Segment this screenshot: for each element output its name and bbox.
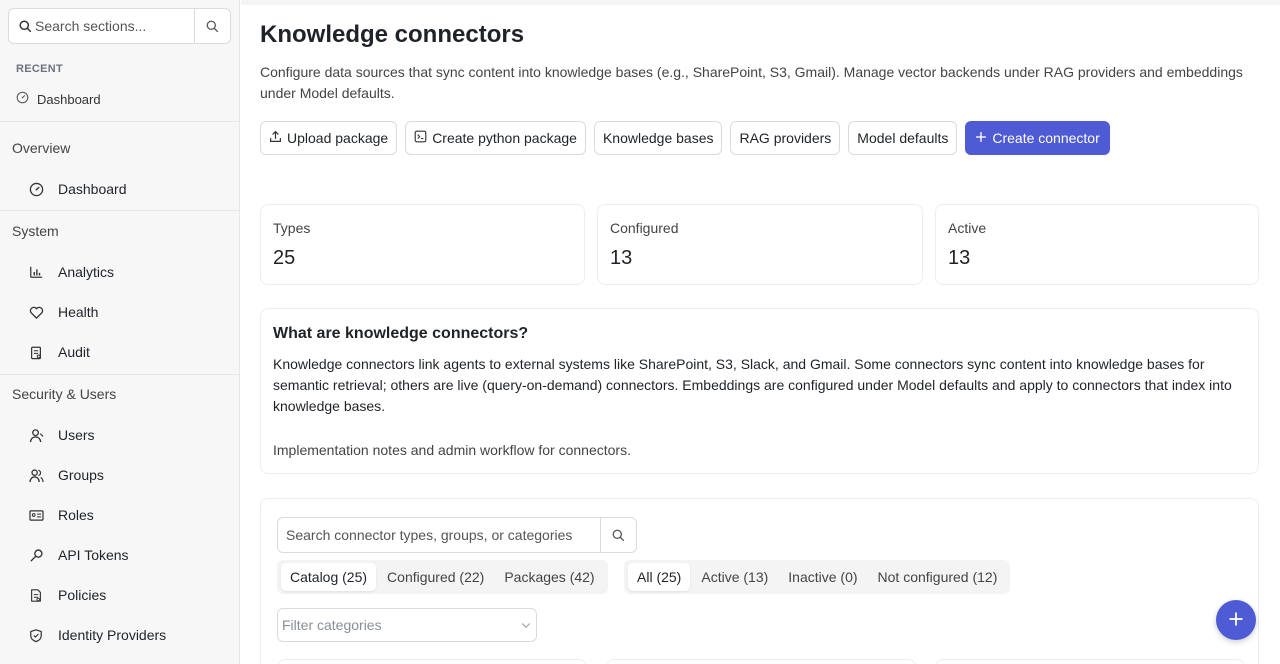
clipboard-icon	[28, 344, 44, 360]
info-note: Implementation notes and admin workflow …	[273, 442, 631, 458]
catalog-panel: Catalog (25) Configured (22) Packages (4…	[260, 498, 1259, 664]
sidebar-item-identity-providers[interactable]: Identity Providers	[28, 627, 166, 643]
tab-catalog[interactable]: Catalog (25)	[281, 563, 377, 591]
floating-add-button[interactable]	[1216, 600, 1256, 640]
upload-icon	[269, 130, 282, 146]
sidebar-item-label: API Tokens	[58, 547, 129, 563]
bar-chart-icon	[28, 264, 44, 280]
connector-search-button[interactable]	[600, 518, 636, 552]
sidebar-item-label: Policies	[58, 587, 107, 603]
key-icon	[28, 547, 44, 563]
create-python-package-label: Create python package	[432, 130, 577, 146]
sidebar-item-users[interactable]: Users	[28, 427, 95, 443]
sidebar-item-audit[interactable]: Audit	[28, 344, 90, 360]
sidebar-item-policies[interactable]: Policies	[28, 587, 106, 603]
main-content: Knowledge connectors Configure data sour…	[241, 0, 1280, 664]
stat-label: Active	[948, 220, 987, 236]
stat-value: 13	[610, 247, 633, 269]
model-defaults-button[interactable]: Model defaults	[848, 121, 958, 155]
tab-active[interactable]: Active (13)	[692, 563, 777, 591]
sidebar-item-api-tokens[interactable]: API Tokens	[28, 547, 129, 563]
sidebar-item-label: Dashboard	[58, 181, 127, 197]
sidebar-item-groups[interactable]: Groups	[28, 467, 104, 483]
tab-all[interactable]: All (25)	[628, 563, 691, 591]
section-title-security: Security & Users	[12, 386, 117, 402]
connector-card[interactable]	[606, 659, 916, 664]
stat-value: 13	[948, 247, 971, 269]
recent-item-dashboard[interactable]: Dashboard	[16, 91, 101, 107]
divider	[0, 374, 239, 375]
tab-packages[interactable]: Packages (42)	[495, 563, 603, 591]
sidebar-item-label: Analytics	[58, 264, 115, 280]
category-filter-select[interactable]: Filter categories	[277, 608, 537, 642]
category-filter-placeholder: Filter categories	[282, 617, 382, 633]
sidebar-item-label: Identity Providers	[58, 627, 167, 643]
info-title: What are knowledge connectors?	[273, 325, 529, 342]
shield-icon	[28, 627, 44, 643]
info-body: Knowledge connectors link agents to exte…	[273, 356, 1232, 414]
users-icon	[28, 467, 44, 483]
user-icon	[28, 427, 44, 443]
top-strip	[241, 0, 1280, 5]
tab-inactive[interactable]: Inactive (0)	[779, 563, 866, 591]
search-icon	[206, 20, 219, 32]
section-title-overview: Overview	[12, 140, 71, 156]
id-card-icon	[28, 507, 44, 523]
connector-card[interactable]	[277, 659, 587, 664]
stat-label: Types	[273, 220, 311, 236]
gauge-icon	[28, 181, 44, 197]
info-card: What are knowledge connectors? Knowledge…	[260, 308, 1259, 474]
stat-card-types: Types 25	[260, 204, 585, 285]
upload-package-label: Upload package	[287, 130, 389, 146]
page-title: Knowledge connectors	[260, 21, 525, 48]
search-icon	[9, 19, 35, 33]
gauge-icon	[16, 91, 29, 107]
connector-card[interactable]	[935, 659, 1245, 664]
rag-providers-button[interactable]: RAG providers	[730, 121, 841, 155]
create-connector-button[interactable]: Create connector	[965, 121, 1110, 155]
terminal-icon	[414, 130, 427, 146]
heart-icon	[28, 304, 44, 320]
knowledge-bases-button[interactable]: Knowledge bases	[593, 121, 723, 155]
sidebar-item-analytics[interactable]: Analytics	[28, 264, 114, 280]
sidebar-search-button[interactable]	[194, 9, 230, 43]
tab-not-configured[interactable]: Not configured (12)	[869, 563, 1007, 591]
stat-card-configured: Configured 13	[597, 204, 923, 285]
tab-configured[interactable]: Configured (22)	[378, 563, 493, 591]
sidebar-item-dashboard[interactable]: Dashboard	[28, 181, 127, 197]
status-tabs: All (25) Active (13) Inactive (0) Not co…	[624, 560, 1011, 594]
sidebar-item-label: Groups	[58, 467, 104, 483]
create-connector-label: Create connector	[992, 130, 1100, 146]
recent-label: RECENT	[16, 63, 64, 75]
plus-icon	[975, 130, 987, 146]
divider	[0, 210, 239, 211]
upload-package-button[interactable]: Upload package	[260, 121, 398, 155]
view-tabs: Catalog (25) Configured (22) Packages (4…	[277, 560, 608, 594]
sidebar-item-roles[interactable]: Roles	[28, 507, 94, 523]
document-icon	[28, 587, 44, 603]
stat-card-active: Active 13	[935, 204, 1259, 285]
stat-value: 25	[273, 247, 296, 269]
sidebar-item-health[interactable]: Health	[28, 304, 98, 320]
sidebar-item-label: Audit	[58, 344, 90, 360]
action-buttons: Upload package Create python package Kno…	[260, 121, 1110, 155]
stat-label: Configured	[610, 220, 679, 236]
search-icon	[612, 529, 625, 541]
chevron-down-icon	[520, 618, 532, 634]
page-description: Configure data sources that sync content…	[260, 64, 1243, 101]
create-python-package-button[interactable]: Create python package	[405, 121, 586, 155]
sidebar-item-label: Health	[58, 304, 99, 320]
sidebar-search-input[interactable]	[35, 18, 195, 34]
sidebar-item-label: Users	[58, 427, 95, 443]
connector-search	[277, 517, 637, 553]
section-title-system: System	[12, 223, 59, 239]
sidebar: RECENT Dashboard Overview Dashboard Syst…	[0, 0, 240, 664]
recent-item-label: Dashboard	[37, 91, 101, 107]
divider	[0, 121, 239, 122]
sidebar-item-label: Roles	[58, 507, 94, 523]
plus-icon	[1228, 611, 1244, 630]
connector-search-input[interactable]	[286, 527, 596, 543]
sidebar-search	[8, 8, 231, 44]
